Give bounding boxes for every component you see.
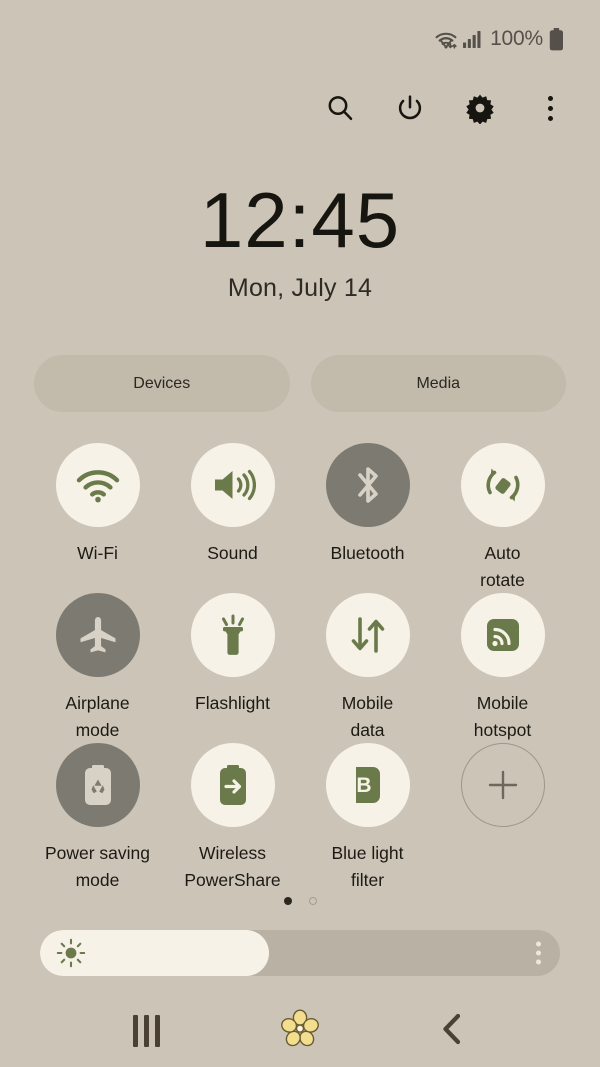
toggle-tile-label: Wireless PowerShare bbox=[184, 843, 281, 891]
toggle-tile-power-saving[interactable]: Power saving mode bbox=[30, 743, 165, 893]
gear-icon[interactable] bbox=[460, 88, 500, 128]
recents-icon bbox=[133, 1015, 161, 1047]
back-button[interactable] bbox=[421, 1005, 485, 1057]
wireless-powershare-icon bbox=[190, 743, 275, 827]
page-dot[interactable] bbox=[308, 897, 317, 905]
flashlight-icon bbox=[190, 593, 275, 677]
toggle-tile-label: Mobile data bbox=[341, 693, 394, 741]
toggle-tile-label: Sound bbox=[207, 543, 258, 563]
page-dot[interactable] bbox=[283, 897, 292, 905]
toggle-tile-blue-light-filter[interactable]: B Blue light filter bbox=[300, 743, 435, 893]
mobile-hotspot-icon bbox=[460, 593, 545, 677]
toggle-tile-label: Mobile hotspot bbox=[473, 693, 532, 741]
devices-button[interactable]: Devices bbox=[34, 355, 290, 412]
toggle-tile-label: Wi-Fi bbox=[77, 543, 118, 563]
toggle-tile-flashlight[interactable]: Flashlight bbox=[165, 593, 300, 743]
mobile-data-icon bbox=[325, 593, 410, 677]
brightness-slider[interactable] bbox=[40, 930, 560, 976]
toggle-tile-mobile-data[interactable]: Mobile data bbox=[300, 593, 435, 743]
toggle-tile-label: Flashlight bbox=[195, 693, 270, 713]
toggle-tile-sound[interactable]: Sound bbox=[165, 443, 300, 593]
clock-time[interactable]: 12:45 bbox=[0, 179, 600, 262]
home-button[interactable] bbox=[268, 1005, 332, 1057]
toggle-tile-label: Airplane mode bbox=[65, 693, 130, 741]
quick-settings-panel: 100% 12:45 Mon, July 14 Devices Media Wi… bbox=[0, 0, 600, 1067]
overflow-menu-icon[interactable] bbox=[530, 88, 570, 128]
devices-media-row: Devices Media bbox=[34, 355, 566, 412]
toggle-tile-airplane[interactable]: Airplane mode bbox=[30, 593, 165, 743]
airplane-icon bbox=[55, 593, 140, 677]
toggle-tile-label: Bluetooth bbox=[330, 543, 405, 563]
add-tile-icon bbox=[460, 743, 545, 827]
battery-percent-label: 100% bbox=[490, 27, 543, 50]
add-tile-button[interactable] bbox=[435, 743, 570, 893]
toggle-tile-wireless-powershare[interactable]: Wireless PowerShare bbox=[165, 743, 300, 893]
toggle-tile-label: Blue light filter bbox=[331, 843, 404, 891]
toggle-tile-label: Auto rotate bbox=[480, 543, 525, 591]
header-icon-row bbox=[320, 88, 570, 128]
toggle-tile-label: Power saving mode bbox=[44, 843, 151, 891]
wifi-icon bbox=[55, 443, 140, 527]
back-chevron-icon bbox=[438, 1012, 468, 1051]
flower-home-icon bbox=[279, 1008, 321, 1055]
toggle-tile-bluetooth[interactable]: Bluetooth bbox=[300, 443, 435, 593]
toggle-tile-auto-rotate[interactable]: Auto rotate bbox=[435, 443, 570, 593]
wifi-signal-icon bbox=[434, 30, 458, 49]
clock-date[interactable]: Mon, July 14 bbox=[0, 274, 600, 303]
blue-light-filter-icon: B bbox=[325, 743, 410, 827]
cellular-bars-icon bbox=[463, 30, 482, 48]
search-icon[interactable] bbox=[320, 88, 360, 128]
toggle-tile-mobile-hotspot[interactable]: Mobile hotspot bbox=[435, 593, 570, 743]
toggle-tile-wifi[interactable]: Wi-Fi bbox=[30, 443, 165, 593]
power-saving-icon bbox=[55, 743, 140, 827]
overflow-menu-dots bbox=[547, 95, 553, 121]
battery-full-icon bbox=[549, 27, 564, 51]
navigation-bar bbox=[0, 995, 600, 1067]
power-icon[interactable] bbox=[390, 88, 430, 128]
brightness-sun-icon bbox=[56, 938, 86, 968]
quick-toggle-grid: Wi-Fi Sound Bluetooth Auto rotate Airplan… bbox=[30, 443, 570, 893]
bluetooth-icon bbox=[325, 443, 410, 527]
status-bar: 100% bbox=[0, 0, 600, 78]
svg-text:B: B bbox=[356, 774, 371, 797]
clock-block: 12:45 Mon, July 14 bbox=[0, 179, 600, 303]
recents-button[interactable] bbox=[115, 1005, 179, 1057]
page-indicator bbox=[0, 897, 600, 905]
brightness-options-icon[interactable] bbox=[536, 941, 541, 965]
media-button[interactable]: Media bbox=[310, 355, 566, 412]
auto-rotate-icon bbox=[460, 443, 545, 527]
sound-icon bbox=[190, 443, 275, 527]
